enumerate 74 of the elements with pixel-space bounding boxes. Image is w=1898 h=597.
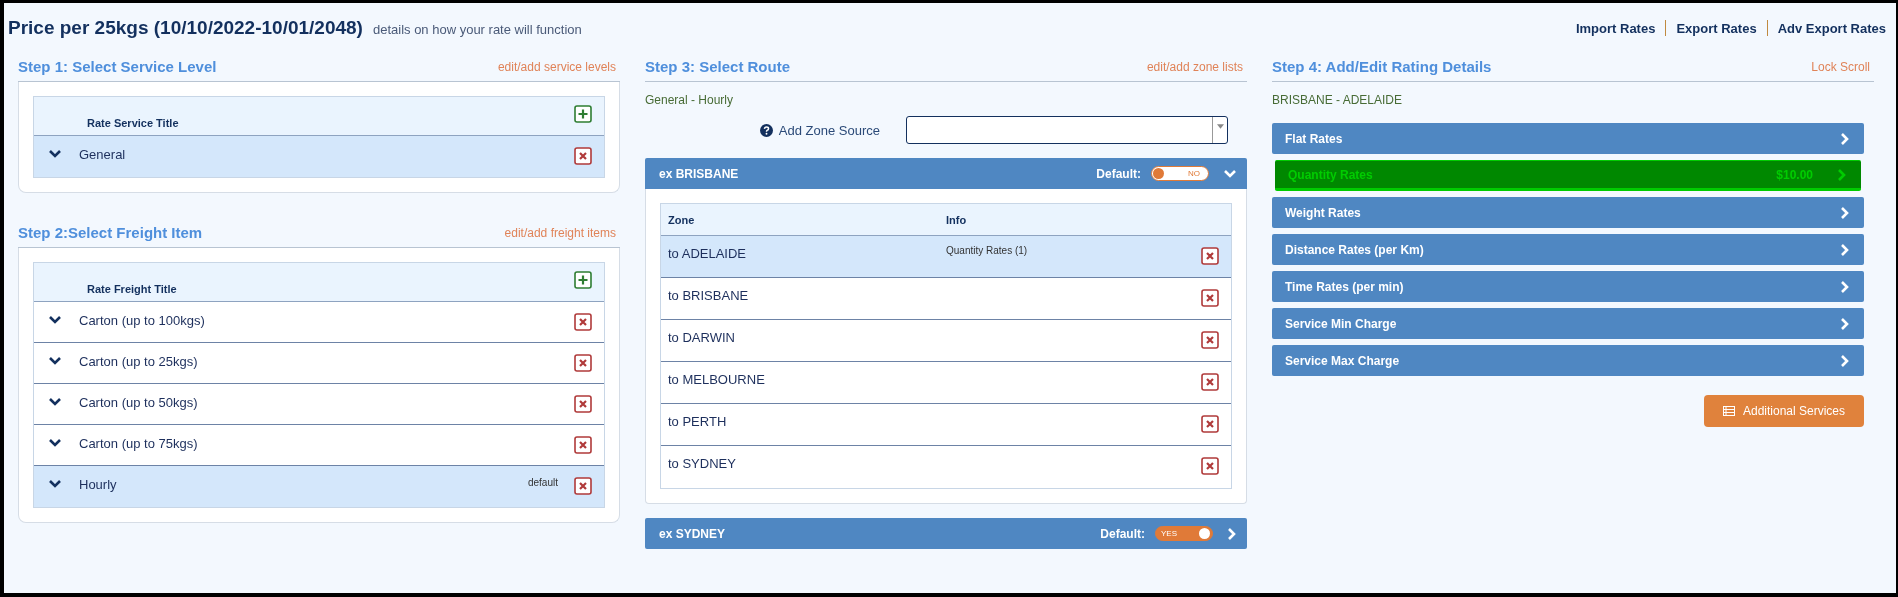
zone-name: to SYDNEY (668, 456, 737, 473)
subtitle: details on how your rate will function (372, 22, 582, 37)
section-title: Step 2:Select Freight Item (18, 224, 203, 243)
delete-icon[interactable] (1201, 289, 1219, 307)
delete-icon[interactable] (1201, 457, 1219, 475)
zone-name: to ADELAIDE (668, 246, 748, 263)
chevron-down-icon[interactable] (48, 438, 62, 448)
zone-name: to MELBOURNE (668, 372, 766, 389)
add-icon[interactable] (574, 105, 592, 123)
row-label: Hourly (79, 477, 118, 492)
edit-link[interactable]: edit/add service levels (497, 60, 616, 81)
add-icon[interactable] (574, 271, 592, 289)
column-header: Rate Service Title (87, 117, 179, 131)
default-label: default (527, 477, 558, 488)
group-header[interactable]: ex BRISBANE Default: NO (645, 158, 1247, 189)
rate-bar[interactable]: Distance Rates (per Km) (1272, 234, 1864, 265)
group-header[interactable]: ex SYDNEY Default: YES (645, 518, 1247, 549)
header-link[interactable]: Adv Export Rates (1777, 20, 1886, 36)
header-link[interactable]: Export Rates (1676, 20, 1757, 36)
row-label: Carton (up to 100kgs) (79, 313, 206, 328)
help-icon[interactable] (759, 123, 773, 137)
rate-value: $10.00 (1776, 167, 1813, 182)
rate-bar[interactable]: Service Min Charge (1272, 308, 1864, 339)
list-row[interactable]: Hourly default (34, 466, 604, 507)
route-label: General - Hourly (645, 93, 735, 107)
column-header: Zone (668, 213, 696, 226)
delete-icon[interactable] (1201, 373, 1219, 391)
row-label: Carton (up to 50kgs) (79, 395, 199, 410)
chevron-down-icon[interactable] (48, 315, 62, 325)
delete-icon[interactable] (574, 395, 592, 413)
delete-icon[interactable] (1201, 415, 1219, 433)
chevron-down-icon[interactable] (48, 397, 62, 407)
edit-link[interactable]: edit/add zone lists (1146, 60, 1243, 81)
list-row[interactable]: General (34, 136, 604, 177)
rate-bar[interactable]: Weight Rates (1272, 197, 1864, 228)
toggle-switch[interactable]: YES (1155, 526, 1213, 541)
route-label: BRISBANE - ADELAIDE (1272, 93, 1404, 107)
zone-info: Quantity Rates (1) (946, 245, 1028, 256)
zone-source-dropdown[interactable] (906, 116, 1228, 144)
row-label: Carton (up to 25kgs) (79, 354, 199, 369)
column-header: Info (946, 213, 967, 226)
lock-scroll-link[interactable]: Lock Scroll (1811, 60, 1870, 81)
delete-icon[interactable] (1201, 331, 1219, 349)
page-title: Price per 25kgs (10/10/2022-10/01/2048) (8, 17, 363, 38)
section-title: Step 4: Add/Edit Rating Details (1272, 58, 1492, 77)
rate-bar[interactable]: Time Rates (per min) (1272, 271, 1864, 302)
chevron-down-icon[interactable] (48, 356, 62, 366)
rate-bar[interactable]: Service Max Charge (1272, 345, 1864, 376)
section-title: Step 1: Select Service Level (18, 58, 217, 77)
delete-icon[interactable] (1201, 247, 1219, 265)
zone-name: to PERTH (668, 414, 728, 431)
delete-icon[interactable] (574, 313, 592, 331)
edit-link[interactable]: edit/add freight items (504, 226, 616, 247)
chevron-down-icon[interactable] (48, 149, 62, 159)
list-icon (1722, 406, 1735, 416)
field-label: Add Zone Source (778, 122, 880, 138)
rate-bar[interactable]: Quantity Rates $10.00 (1275, 160, 1861, 191)
row-label: General (79, 147, 127, 162)
zone-row[interactable]: to ADELAIDE Quantity Rates (1) (661, 236, 1231, 278)
dropdown-arrow-icon (1216, 124, 1224, 129)
header-link[interactable]: Import Rates (1575, 20, 1656, 36)
zone-name: to DARWIN (668, 330, 736, 347)
row-label: Carton (up to 75kgs) (79, 436, 199, 451)
delete-icon[interactable] (574, 477, 592, 495)
delete-icon[interactable] (574, 436, 592, 454)
column-header: Rate Freight Title (87, 283, 177, 297)
delete-icon[interactable] (574, 354, 592, 372)
chevron-down-icon[interactable] (48, 479, 62, 489)
rate-bar[interactable]: Flat Rates (1272, 123, 1864, 154)
zone-name: to BRISBANE (668, 288, 750, 305)
additional-services-button[interactable]: Additional Services (1704, 395, 1864, 427)
section-title: Step 3: Select Route (645, 58, 791, 77)
delete-icon[interactable] (574, 147, 592, 165)
toggle-switch[interactable]: NO (1151, 166, 1209, 181)
